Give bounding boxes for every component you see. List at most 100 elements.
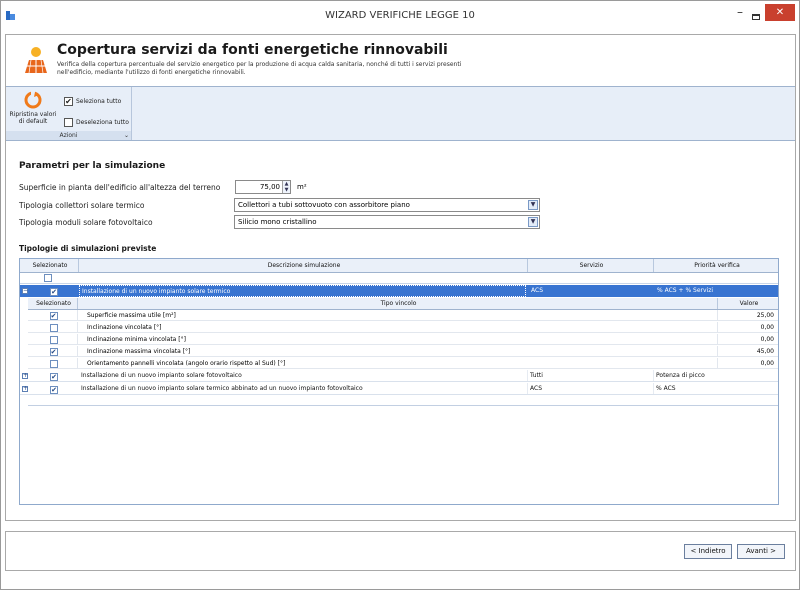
detail-type: Inclinazione vincolata [°] — [78, 322, 718, 332]
detail-checkbox[interactable] — [28, 334, 78, 344]
detail-type: Inclinazione massima vincolata [°] — [78, 346, 718, 356]
detail-checkbox[interactable]: ✔ — [28, 310, 78, 320]
table-row[interactable]: + ✔ Installazione di un nuovo impianto s… — [20, 370, 778, 382]
reset-icon — [24, 91, 42, 109]
col-header-service[interactable]: Servizio — [528, 259, 654, 272]
collapse-icon[interactable]: − — [22, 288, 28, 294]
back-button[interactable]: < Indietro — [684, 544, 732, 559]
table-row[interactable]: − ✔ Installazione di un nuovo impianto s… — [20, 285, 778, 297]
detail-row[interactable]: ✔ Superficie massima utile [m²] 25,00 — [28, 310, 778, 321]
minimize-button[interactable]: – — [733, 5, 747, 23]
row-checkbox[interactable]: ✔ — [48, 286, 68, 298]
surface-label: Superficie in pianta dell'edificio all'a… — [19, 183, 221, 192]
detail-row[interactable]: Inclinazione minima vincolata [°] 0,00 — [28, 334, 778, 345]
detail-type: Orientamento pannelli vincolata (angolo … — [78, 358, 718, 368]
pv-module-select[interactable]: Silicio mono cristallino ▼ — [234, 215, 540, 229]
table-row[interactable]: + ✔ Installazione di un nuovo impianto s… — [20, 383, 778, 395]
wizard-content: Copertura servizi da fonti energetiche r… — [5, 34, 796, 548]
page-title: Copertura servizi da fonti energetiche r… — [57, 42, 448, 58]
checked-icon: ✔ — [50, 287, 58, 296]
unchecked-icon — [49, 323, 58, 332]
detail-checkbox[interactable] — [28, 358, 78, 368]
row-service: Tutti — [528, 370, 654, 381]
maximize-button[interactable] — [749, 5, 763, 23]
page-header: Copertura servizi da fonti energetiche r… — [6, 35, 795, 85]
wizard-window: WIZARD VERIFICHE LEGGE 10 – ✕ Copertura … — [0, 0, 800, 590]
row-description: Installazione di un nuovo impianto solar… — [79, 370, 528, 381]
checked-icon: ✔ — [64, 97, 73, 106]
ribbon-group-label: Azioni ⌄ — [6, 131, 131, 140]
pv-module-value: Silicio mono cristallino — [238, 218, 317, 226]
filter-cell[interactable] — [42, 274, 62, 284]
detail-col-type[interactable]: Tipo vincolo — [78, 298, 718, 309]
deselect-all-button[interactable]: Deseleziona tutto — [64, 118, 129, 130]
surface-unit: m² — [297, 183, 307, 191]
params-section-title: Parametri per la simulazione — [19, 161, 166, 171]
row-priority: % ACS — [656, 385, 676, 392]
detail-value[interactable]: 0,00 — [718, 358, 778, 368]
detail-row[interactable]: ✔ Inclinazione massima vincolata [°] 45,… — [28, 346, 778, 357]
select-all-button[interactable]: ✔ Seleziona tutto — [64, 97, 121, 109]
grid-header-row: Selezionato Descrizione simulazione Serv… — [20, 259, 778, 273]
detail-col-selected[interactable]: Selezionato — [28, 298, 78, 309]
detail-col-value[interactable]: Valore — [718, 298, 778, 309]
chevron-down-icon[interactable]: ▼ — [528, 217, 538, 227]
title-bar: WIZARD VERIFICHE LEGGE 10 – ✕ — [1, 1, 799, 31]
detail-value[interactable]: 25,00 — [718, 310, 778, 320]
chevron-down-icon[interactable]: ▼ — [528, 200, 538, 210]
row-service: ACS — [528, 383, 654, 394]
unchecked-icon — [49, 335, 58, 344]
ribbon-toolbar: Ripristina valori di default ✔ Seleziona … — [6, 86, 795, 141]
simulations-section-title: Tipologie di simulazioni previste — [19, 244, 157, 253]
detail-value[interactable]: 0,00 — [718, 334, 778, 344]
pv-module-label: Tipologia moduli solare fotovoltaico — [19, 218, 153, 227]
next-button[interactable]: Avanti > — [737, 544, 785, 559]
filter-checkbox-icon[interactable] — [44, 274, 52, 282]
row-priority: Potenza di picco — [656, 372, 705, 379]
checked-icon: ✔ — [50, 385, 58, 394]
maximize-icon — [752, 14, 760, 20]
wizard-nav-bar: < Indietro Avanti > — [5, 531, 796, 571]
page-description: Verifica della copertura percentuale del… — [57, 61, 462, 76]
detail-checkbox[interactable] — [28, 322, 78, 332]
detail-row[interactable]: Orientamento pannelli vincolata (angolo … — [28, 358, 778, 369]
detail-type: Inclinazione minima vincolata [°] — [78, 334, 718, 344]
checked-icon: ✔ — [49, 311, 58, 320]
surface-input[interactable]: 75,00 ▲ ▼ — [235, 180, 291, 194]
reset-defaults-button[interactable]: Ripristina valori di default — [8, 91, 58, 131]
checked-icon: ✔ — [50, 372, 58, 381]
row-checkbox[interactable]: ✔ — [48, 384, 68, 395]
row-description: Installazione di un nuovo impianto solar… — [79, 383, 528, 394]
simulations-grid: Selezionato Descrizione simulazione Serv… — [19, 258, 779, 505]
col-header-selected[interactable]: Selezionato — [20, 259, 79, 272]
solar-panel-icon — [25, 47, 47, 74]
close-button[interactable]: ✕ — [765, 4, 795, 21]
reset-defaults-label: Ripristina valori di default — [9, 111, 57, 125]
group-expand-icon[interactable]: ⌄ — [124, 131, 129, 140]
expand-icon[interactable]: + — [22, 386, 28, 392]
row-priority: % ACS + % Servizi — [657, 287, 714, 294]
surface-spinner[interactable]: ▲ ▼ — [282, 181, 290, 193]
detail-checkbox[interactable]: ✔ — [28, 346, 78, 356]
grid-filter-row — [20, 273, 778, 284]
detail-value[interactable]: 45,00 — [718, 346, 778, 356]
detail-row[interactable]: Inclinazione vincolata [°] 0,00 — [28, 322, 778, 333]
row-description: Installazione di un nuovo impianto solar… — [79, 285, 526, 297]
checked-icon: ✔ — [49, 347, 58, 356]
ribbon-group-title: Azioni — [59, 132, 78, 139]
col-header-priority[interactable]: Priorità verifica — [654, 259, 778, 272]
row-checkbox[interactable]: ✔ — [48, 371, 68, 382]
surface-value: 75,00 — [259, 183, 280, 191]
detail-header-row: Selezionato Tipo vincolo Valore — [28, 298, 778, 310]
unchecked-icon — [49, 359, 58, 368]
expand-icon[interactable]: + — [22, 373, 28, 379]
collector-type-select[interactable]: Collettori a tubi sottovuoto con assorbi… — [234, 198, 540, 212]
select-all-label: Seleziona tutto — [76, 98, 122, 105]
collector-type-label: Tipologia collettori solare termico — [19, 201, 145, 210]
unchecked-icon — [64, 118, 73, 127]
row-service: ACS — [531, 287, 543, 294]
collector-type-value: Collettori a tubi sottovuoto con assorbi… — [238, 201, 410, 209]
col-header-description[interactable]: Descrizione simulazione — [79, 259, 528, 272]
detail-value[interactable]: 0,00 — [718, 322, 778, 332]
ribbon-group-azioni: Ripristina valori di default ✔ Seleziona … — [6, 87, 132, 140]
